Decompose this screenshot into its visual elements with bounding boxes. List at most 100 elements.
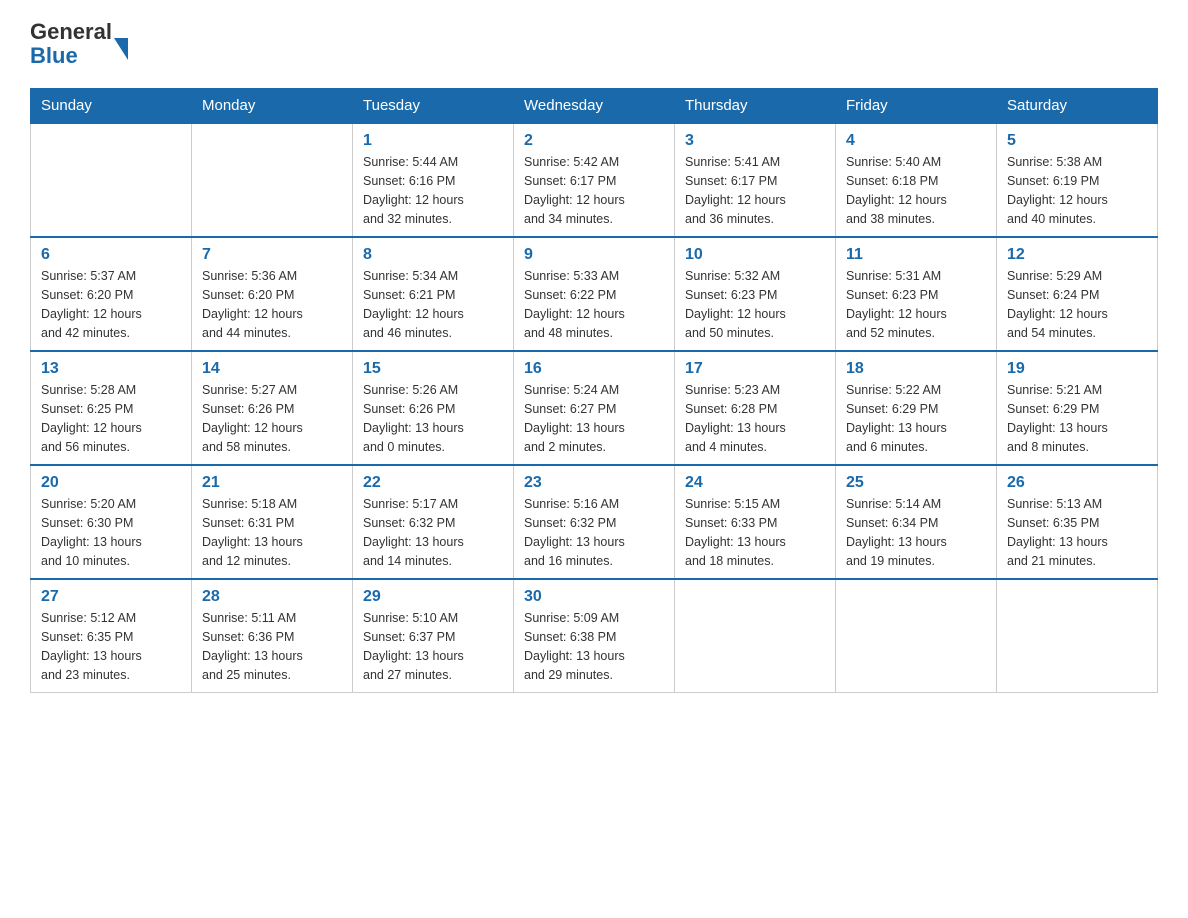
empty-cell: [192, 123, 353, 237]
day-cell-16: 16 Sunrise: 5:24 AMSunset: 6:27 PMDayligh…: [514, 351, 675, 465]
day-number: 19: [1007, 360, 1147, 378]
day-number: 26: [1007, 474, 1147, 492]
day-number: 21: [202, 474, 342, 492]
day-info: Sunrise: 5:13 AMSunset: 6:35 PMDaylight:…: [1007, 495, 1147, 570]
week-row-2: 6 Sunrise: 5:37 AMSunset: 6:20 PMDaylight…: [31, 237, 1158, 351]
day-number: 17: [685, 360, 825, 378]
day-info: Sunrise: 5:42 AMSunset: 6:17 PMDaylight:…: [524, 153, 664, 228]
day-cell-3: 3 Sunrise: 5:41 AMSunset: 6:17 PMDaylight…: [675, 123, 836, 237]
day-cell-1: 1 Sunrise: 5:44 AMSunset: 6:16 PMDaylight…: [353, 123, 514, 237]
day-info: Sunrise: 5:28 AMSunset: 6:25 PMDaylight:…: [41, 381, 181, 456]
day-info: Sunrise: 5:12 AMSunset: 6:35 PMDaylight:…: [41, 609, 181, 684]
day-info: Sunrise: 5:38 AMSunset: 6:19 PMDaylight:…: [1007, 153, 1147, 228]
week-row-5: 27 Sunrise: 5:12 AMSunset: 6:35 PMDayligh…: [31, 579, 1158, 693]
day-info: Sunrise: 5:44 AMSunset: 6:16 PMDaylight:…: [363, 153, 503, 228]
weekday-header-friday: Friday: [836, 89, 997, 124]
logo-words: General Blue: [30, 20, 112, 68]
day-info: Sunrise: 5:15 AMSunset: 6:33 PMDaylight:…: [685, 495, 825, 570]
weekday-header-saturday: Saturday: [997, 89, 1158, 124]
day-number: 14: [202, 360, 342, 378]
day-cell-22: 22Sunrise: 5:17 AMSunset: 6:32 PMDayligh…: [353, 465, 514, 579]
day-info: Sunrise: 5:24 AMSunset: 6:27 PMDaylight:…: [524, 381, 664, 456]
day-cell-24: 24 Sunrise: 5:15 AMSunset: 6:33 PMDayligh…: [675, 465, 836, 579]
day-cell-17: 17 Sunrise: 5:23 AMSunset: 6:28 PMDayligh…: [675, 351, 836, 465]
day-cell-25: 25Sunrise: 5:14 AMSunset: 6:34 PMDayligh…: [836, 465, 997, 579]
day-cell-13: 13Sunrise: 5:28 AMSunset: 6:25 PMDayligh…: [31, 351, 192, 465]
day-number: 16: [524, 360, 664, 378]
day-number: 29: [363, 588, 503, 606]
week-row-1: 1 Sunrise: 5:44 AMSunset: 6:16 PMDaylight…: [31, 123, 1158, 237]
weekday-header-wednesday: Wednesday: [514, 89, 675, 124]
day-cell-7: 7 Sunrise: 5:36 AMSunset: 6:20 PMDaylight…: [192, 237, 353, 351]
day-number: 18: [846, 360, 986, 378]
day-info: Sunrise: 5:36 AMSunset: 6:20 PMDaylight:…: [202, 267, 342, 342]
day-cell-11: 11Sunrise: 5:31 AMSunset: 6:23 PMDayligh…: [836, 237, 997, 351]
day-cell-14: 14 Sunrise: 5:27 AMSunset: 6:26 PMDayligh…: [192, 351, 353, 465]
logo-blue: Blue: [30, 44, 112, 68]
weekday-header-tuesday: Tuesday: [353, 89, 514, 124]
day-cell-20: 20 Sunrise: 5:20 AMSunset: 6:30 PMDayligh…: [31, 465, 192, 579]
day-cell-18: 18 Sunrise: 5:22 AMSunset: 6:29 PMDayligh…: [836, 351, 997, 465]
day-number: 27: [41, 588, 181, 606]
day-cell-5: 5 Sunrise: 5:38 AMSunset: 6:19 PMDaylight…: [997, 123, 1158, 237]
day-info: Sunrise: 5:41 AMSunset: 6:17 PMDaylight:…: [685, 153, 825, 228]
weekday-header-thursday: Thursday: [675, 89, 836, 124]
day-info: Sunrise: 5:23 AMSunset: 6:28 PMDaylight:…: [685, 381, 825, 456]
day-number: 11: [846, 246, 986, 264]
day-cell-10: 10Sunrise: 5:32 AMSunset: 6:23 PMDayligh…: [675, 237, 836, 351]
day-info: Sunrise: 5:26 AMSunset: 6:26 PMDaylight:…: [363, 381, 503, 456]
day-number: 5: [1007, 132, 1147, 150]
day-number: 15: [363, 360, 503, 378]
day-cell-28: 28 Sunrise: 5:11 AMSunset: 6:36 PMDayligh…: [192, 579, 353, 693]
day-info: Sunrise: 5:11 AMSunset: 6:36 PMDaylight:…: [202, 609, 342, 684]
day-cell-29: 29 Sunrise: 5:10 AMSunset: 6:37 PMDayligh…: [353, 579, 514, 693]
weekday-header-monday: Monday: [192, 89, 353, 124]
day-info: Sunrise: 5:40 AMSunset: 6:18 PMDaylight:…: [846, 153, 986, 228]
day-cell-23: 23 Sunrise: 5:16 AMSunset: 6:32 PMDayligh…: [514, 465, 675, 579]
page-header: General Blue: [30, 20, 1158, 68]
logo-icon: General Blue: [30, 20, 112, 68]
day-cell-27: 27 Sunrise: 5:12 AMSunset: 6:35 PMDayligh…: [31, 579, 192, 693]
weekday-header-row: SundayMondayTuesdayWednesdayThursdayFrid…: [31, 89, 1158, 124]
day-number: 7: [202, 246, 342, 264]
day-number: 12: [1007, 246, 1147, 264]
day-number: 25: [846, 474, 986, 492]
day-cell-12: 12 Sunrise: 5:29 AMSunset: 6:24 PMDayligh…: [997, 237, 1158, 351]
day-cell-15: 15 Sunrise: 5:26 AMSunset: 6:26 PMDayligh…: [353, 351, 514, 465]
day-cell-19: 19 Sunrise: 5:21 AMSunset: 6:29 PMDayligh…: [997, 351, 1158, 465]
logo: General Blue: [30, 20, 128, 68]
day-info: Sunrise: 5:16 AMSunset: 6:32 PMDaylight:…: [524, 495, 664, 570]
day-number: 4: [846, 132, 986, 150]
week-row-4: 20 Sunrise: 5:20 AMSunset: 6:30 PMDayligh…: [31, 465, 1158, 579]
day-cell-9: 9Sunrise: 5:33 AMSunset: 6:22 PMDaylight…: [514, 237, 675, 351]
day-cell-26: 26 Sunrise: 5:13 AMSunset: 6:35 PMDayligh…: [997, 465, 1158, 579]
day-info: Sunrise: 5:37 AMSunset: 6:20 PMDaylight:…: [41, 267, 181, 342]
logo-general: General: [30, 20, 112, 44]
day-cell-4: 4 Sunrise: 5:40 AMSunset: 6:18 PMDaylight…: [836, 123, 997, 237]
day-info: Sunrise: 5:20 AMSunset: 6:30 PMDaylight:…: [41, 495, 181, 570]
day-number: 3: [685, 132, 825, 150]
day-cell-2: 2 Sunrise: 5:42 AMSunset: 6:17 PMDaylight…: [514, 123, 675, 237]
day-info: Sunrise: 5:10 AMSunset: 6:37 PMDaylight:…: [363, 609, 503, 684]
day-number: 23: [524, 474, 664, 492]
day-number: 6: [41, 246, 181, 264]
day-number: 1: [363, 132, 503, 150]
day-number: 8: [363, 246, 503, 264]
week-row-3: 13Sunrise: 5:28 AMSunset: 6:25 PMDayligh…: [31, 351, 1158, 465]
day-number: 28: [202, 588, 342, 606]
day-info: Sunrise: 5:18 AMSunset: 6:31 PMDaylight:…: [202, 495, 342, 570]
day-number: 20: [41, 474, 181, 492]
empty-cell: [997, 579, 1158, 693]
empty-cell: [31, 123, 192, 237]
day-number: 30: [524, 588, 664, 606]
day-info: Sunrise: 5:27 AMSunset: 6:26 PMDaylight:…: [202, 381, 342, 456]
day-number: 24: [685, 474, 825, 492]
day-info: Sunrise: 5:34 AMSunset: 6:21 PMDaylight:…: [363, 267, 503, 342]
day-info: Sunrise: 5:22 AMSunset: 6:29 PMDaylight:…: [846, 381, 986, 456]
day-info: Sunrise: 5:21 AMSunset: 6:29 PMDaylight:…: [1007, 381, 1147, 456]
day-info: Sunrise: 5:33 AMSunset: 6:22 PMDaylight:…: [524, 267, 664, 342]
day-number: 2: [524, 132, 664, 150]
day-info: Sunrise: 5:29 AMSunset: 6:24 PMDaylight:…: [1007, 267, 1147, 342]
day-info: Sunrise: 5:09 AMSunset: 6:38 PMDaylight:…: [524, 609, 664, 684]
day-number: 10: [685, 246, 825, 264]
